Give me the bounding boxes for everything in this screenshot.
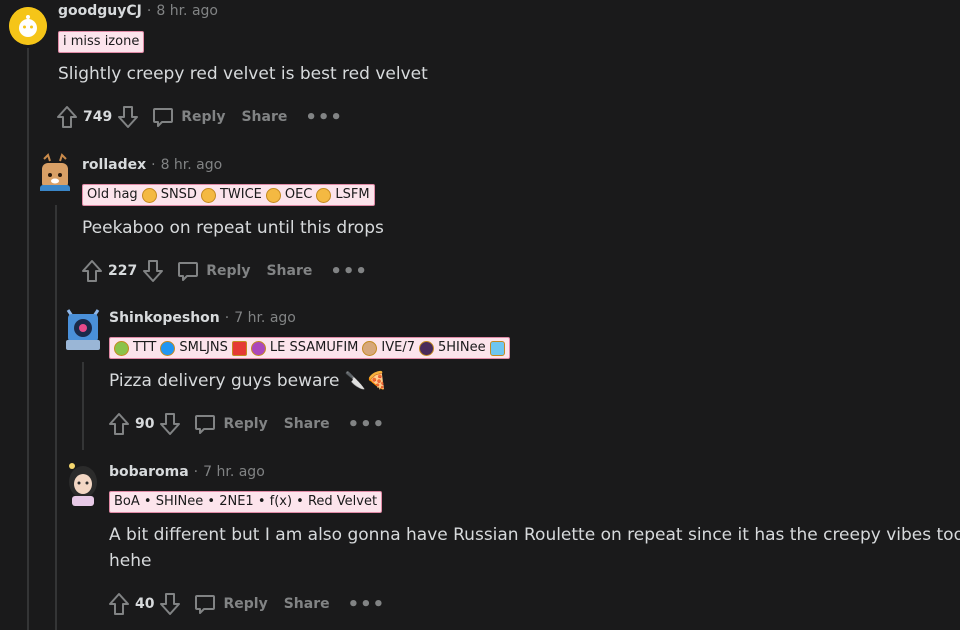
comment-text: Slightly creepy red velvet is best red v… [58, 64, 428, 84]
comment-body: Pizza delivery guys beware 🔪🍕 [109, 368, 387, 394]
flair-text: OEC [284, 187, 313, 202]
username[interactable]: rolladex [82, 157, 146, 173]
more-options-button[interactable]: ••• [348, 414, 386, 435]
comment-text-line: hehe [109, 551, 152, 571]
action-bar: 749 Reply Share ••• [56, 103, 343, 131]
share-label: Share [241, 109, 288, 125]
reply-button[interactable]: Reply [176, 259, 250, 283]
emoji-icon [362, 340, 378, 356]
avatar[interactable] [36, 153, 74, 191]
downvote-icon[interactable] [159, 592, 181, 616]
emoji-icon [316, 187, 332, 203]
flair-text: Old hag [87, 187, 138, 202]
comment-body: Slightly creepy red velvet is best red v… [58, 61, 428, 87]
more-options-button[interactable]: ••• [348, 594, 386, 615]
avatar[interactable] [9, 7, 47, 45]
emoji-icon [114, 340, 129, 356]
upvote-icon[interactable] [81, 259, 103, 283]
reply-label: Reply [223, 416, 268, 432]
flair-text: IVE/7 [381, 340, 415, 355]
separator-dot: · [224, 310, 230, 326]
share-label: Share [266, 263, 313, 279]
reply-button[interactable]: Reply [193, 412, 268, 436]
more-options-button[interactable]: ••• [305, 107, 343, 128]
separator-dot: · [193, 464, 199, 480]
flair-text: i miss izone [63, 34, 140, 49]
vote-count: 749 [83, 109, 113, 125]
emoji-icon [489, 340, 505, 356]
vote-count: 90 [135, 416, 155, 432]
downvote-icon[interactable] [142, 259, 164, 283]
speech-bubble-icon [153, 108, 174, 127]
username[interactable]: goodguyCJ [58, 3, 142, 19]
separator-dot: · [151, 157, 156, 173]
flair-text: TTT [133, 340, 157, 355]
avatar[interactable] [64, 460, 102, 506]
comment-text-line: A bit different but I am also gonna have… [109, 525, 960, 545]
emoji-icon [419, 340, 434, 356]
reply-button[interactable]: Reply [193, 592, 268, 616]
upvote-icon[interactable] [108, 592, 130, 616]
thread-line[interactable] [27, 48, 29, 630]
thread-line[interactable] [82, 362, 84, 450]
flair-text: LE SSAMUFIM [269, 340, 359, 355]
share-button[interactable]: Share [284, 416, 330, 432]
emoji-icon [250, 340, 266, 356]
share-label: Share [283, 596, 330, 612]
flair-text: SMLJNS [179, 340, 228, 355]
vote-count: 40 [135, 596, 155, 612]
share-button[interactable]: Share [266, 263, 312, 279]
share-button[interactable]: Share [284, 596, 330, 612]
more-options-button[interactable]: ••• [330, 261, 368, 282]
share-button[interactable]: Share [241, 109, 287, 125]
avatar[interactable] [62, 306, 104, 352]
username[interactable]: bobaroma [109, 464, 189, 480]
action-bar: 90 Reply Share ••• [108, 410, 385, 438]
speech-bubble-icon [195, 415, 216, 434]
timestamp[interactable]: 8 hr. ago [156, 3, 218, 19]
user-flair: Old hag SNSD TWICE OEC LSFM [82, 184, 375, 206]
speech-bubble-icon [195, 595, 216, 614]
emoji-icon [265, 187, 281, 203]
username[interactable]: Shinkopeshon [109, 310, 220, 326]
user-flair: TTT SMLJNS LE SSAMUFIM IVE/7 5HINee [109, 337, 510, 359]
user-flair: BoA • SHINee • 2NE1 • f(x) • Red Velvet [109, 491, 383, 513]
timestamp[interactable]: 7 hr. ago [203, 464, 265, 480]
upvote-icon[interactable] [108, 412, 130, 436]
emoji-icon [141, 187, 157, 203]
speech-bubble-icon [178, 262, 199, 281]
flair-text: 5HINee [438, 340, 486, 355]
upvote-icon[interactable] [56, 105, 78, 129]
reply-label: Reply [206, 263, 251, 279]
timestamp[interactable]: 7 hr. ago [234, 310, 296, 326]
reply-label: Reply [223, 596, 268, 612]
flair-text: LSFM [335, 187, 370, 202]
separator-dot: · [146, 3, 152, 19]
comment-body: A bit different but I am also gonna have… [109, 522, 960, 574]
action-bar: 40 Reply Share ••• [108, 590, 385, 618]
emoji-icon [200, 187, 216, 203]
emoji-icon [160, 340, 176, 356]
user-flair: i miss izone [58, 31, 145, 53]
comment-body: Peekaboo on repeat until this drops [82, 215, 384, 241]
flair-text: TWICE [219, 187, 262, 202]
timestamp[interactable]: 8 hr. ago [161, 157, 223, 173]
reply-label: Reply [181, 109, 226, 125]
thread-line[interactable] [55, 205, 57, 630]
vote-count: 227 [108, 263, 138, 279]
emoji-icon [231, 340, 247, 356]
flair-text: SNSD [160, 187, 197, 202]
action-bar: 227 Reply Share ••• [81, 257, 368, 285]
share-label: Share [283, 416, 330, 432]
comment-text: Pizza delivery guys beware 🔪🍕 [109, 371, 388, 391]
reply-button[interactable]: Reply [151, 105, 225, 129]
flair-text: BoA • SHINee • 2NE1 • f(x) • Red Velvet [114, 494, 378, 509]
comment-text: Peekaboo on repeat until this drops [82, 218, 384, 238]
downvote-icon[interactable] [117, 105, 139, 129]
downvote-icon[interactable] [159, 412, 181, 436]
